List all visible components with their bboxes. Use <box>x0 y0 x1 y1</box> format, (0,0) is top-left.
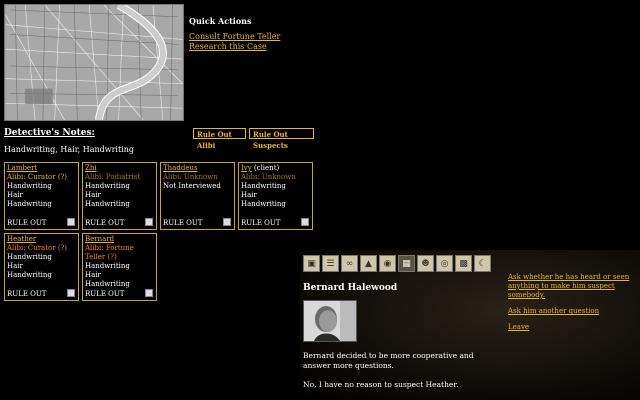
suspect-clue: Hair <box>85 191 101 199</box>
city-map[interactable] <box>4 4 184 121</box>
suspect-name[interactable]: Ivy <box>241 164 252 172</box>
suspect-card-lambert: Lambert Alibi: Curator (?) Handwriting H… <box>4 162 79 230</box>
suspect-alibi: Alibi: Unknown <box>163 173 218 181</box>
rule-out-suspects-button[interactable]: Rule Out Suspects <box>249 128 314 150</box>
globe-icon[interactable]: ◎ <box>436 255 453 272</box>
rule-out-label[interactable]: RULE OUT <box>85 290 124 299</box>
suspect-alibi: Alibi: Curator (?) <box>7 244 68 252</box>
suspect-clue: Hair <box>241 191 257 199</box>
dialog-options: Ask whether he has heard or seen anythin… <box>508 273 636 339</box>
door-icon[interactable]: ▣ <box>303 255 320 272</box>
clues-summary: Handwriting, Hair, Handwriting <box>4 145 135 154</box>
portrait-image <box>304 301 356 341</box>
suspect-clue: Handwriting <box>241 182 286 190</box>
detective-notes-title: Detective's Notes: <box>4 128 95 138</box>
ask-suspect-option[interactable]: Ask whether he has heard or seen anythin… <box>508 273 636 300</box>
suspect-name[interactable]: Thaddeus <box>163 164 198 172</box>
suspect-clue: Handwriting <box>241 200 286 208</box>
camera-icon[interactable]: ▩ <box>455 255 472 272</box>
moon-icon[interactable]: ☾ <box>474 255 491 272</box>
suspect-card-zhi: Zhi Alibi: Podiatrist Handwriting Hair H… <box>82 162 157 230</box>
suspect-clue: Handwriting <box>85 200 130 208</box>
suspect-clue: Hair <box>7 191 23 199</box>
location-toolbar: ▣ ☰ ∞ ▲ ◉ ▦ ☻ ◎ ▩ ☾ <box>303 255 491 272</box>
rule-out-checkbox[interactable] <box>145 289 153 297</box>
hat-icon[interactable]: ▲ <box>360 255 377 272</box>
rule-out-alibi-button[interactable]: Rule Out Alibi <box>193 128 246 150</box>
suspect-clue: Handwriting <box>7 200 52 208</box>
suspect-card-ivy: Ivy (client) Alibi: Unknown Handwriting … <box>238 162 313 230</box>
leave-option[interactable]: Leave <box>508 323 636 332</box>
suspect-clue: Not Interviewed <box>163 182 221 190</box>
consult-fortune-teller-link[interactable]: Consult Fortune Teller <box>189 32 280 42</box>
ask-another-question-option[interactable]: Ask him another question <box>508 307 636 316</box>
suspect-alibi: Alibi: Podiatrist <box>85 173 141 181</box>
rule-out-label[interactable]: RULE OUT <box>163 219 202 228</box>
suspect-card-bernard: Bernard Alibi: Fortune Teller (?) Handwr… <box>82 233 157 301</box>
suspect-card-thaddeus: Thaddeus Alibi: Unknown Not Interviewed … <box>160 162 235 230</box>
map-image <box>5 5 183 120</box>
quick-actions: Quick Actions Consult Fortune Teller Res… <box>189 16 280 52</box>
suspect-alibi: Alibi: Fortune Teller (?) <box>85 244 134 261</box>
ladder-icon[interactable]: ☰ <box>322 255 339 272</box>
book-icon[interactable]: ▦ <box>398 255 415 272</box>
rule-out-label[interactable]: RULE OUT <box>85 219 124 228</box>
suspect-clue: Handwriting <box>85 262 130 270</box>
speaker-name: Bernard Halewood <box>303 283 398 293</box>
suspect-alibi: Alibi: Curator (?) <box>7 173 68 181</box>
suspect-portrait <box>303 300 357 342</box>
dialog-narration: Bernard decided to be more cooperative a… <box>303 351 474 370</box>
suspect-name[interactable]: Zhi <box>85 164 97 172</box>
suspect-clue: Handwriting <box>7 271 52 279</box>
suspect-name[interactable]: Bernard <box>85 235 114 243</box>
quick-actions-title: Quick Actions <box>189 16 252 26</box>
suspect-alibi: Alibi: Unknown <box>241 173 296 181</box>
suspect-clue: Handwriting <box>85 182 130 190</box>
rule-out-checkbox[interactable] <box>145 218 153 226</box>
rule-out-label[interactable]: RULE OUT <box>7 219 46 228</box>
suspect-clue: Handwriting <box>7 182 52 190</box>
rule-out-label[interactable]: RULE OUT <box>241 219 280 228</box>
rule-out-checkbox[interactable] <box>223 218 231 226</box>
client-tag: (client) <box>251 164 280 172</box>
rule-out-checkbox[interactable] <box>67 289 75 297</box>
suspect-clue: Hair <box>7 262 23 270</box>
research-case-link[interactable]: Research this Case <box>189 42 280 52</box>
suspect-clue: Handwriting <box>85 280 130 288</box>
suspect-card-heather: Heather Alibi: Curator (?) Handwriting H… <box>4 233 79 301</box>
rule-out-checkbox[interactable] <box>301 218 309 226</box>
person-icon[interactable]: ☻ <box>417 255 434 272</box>
rule-out-label[interactable]: RULE OUT <box>7 290 46 299</box>
handcuffs-icon[interactable]: ∞ <box>341 255 358 272</box>
kettle-icon[interactable]: ◉ <box>379 255 396 272</box>
suspect-clue: Handwriting <box>7 253 52 261</box>
suspect-name[interactable]: Heather <box>7 235 36 243</box>
suspect-name[interactable]: Lambert <box>7 164 37 172</box>
suspect-clue: Hair <box>85 271 101 279</box>
dialog-response: No, I have no reason to suspect Heather. <box>303 380 459 389</box>
rule-out-checkbox[interactable] <box>67 218 75 226</box>
